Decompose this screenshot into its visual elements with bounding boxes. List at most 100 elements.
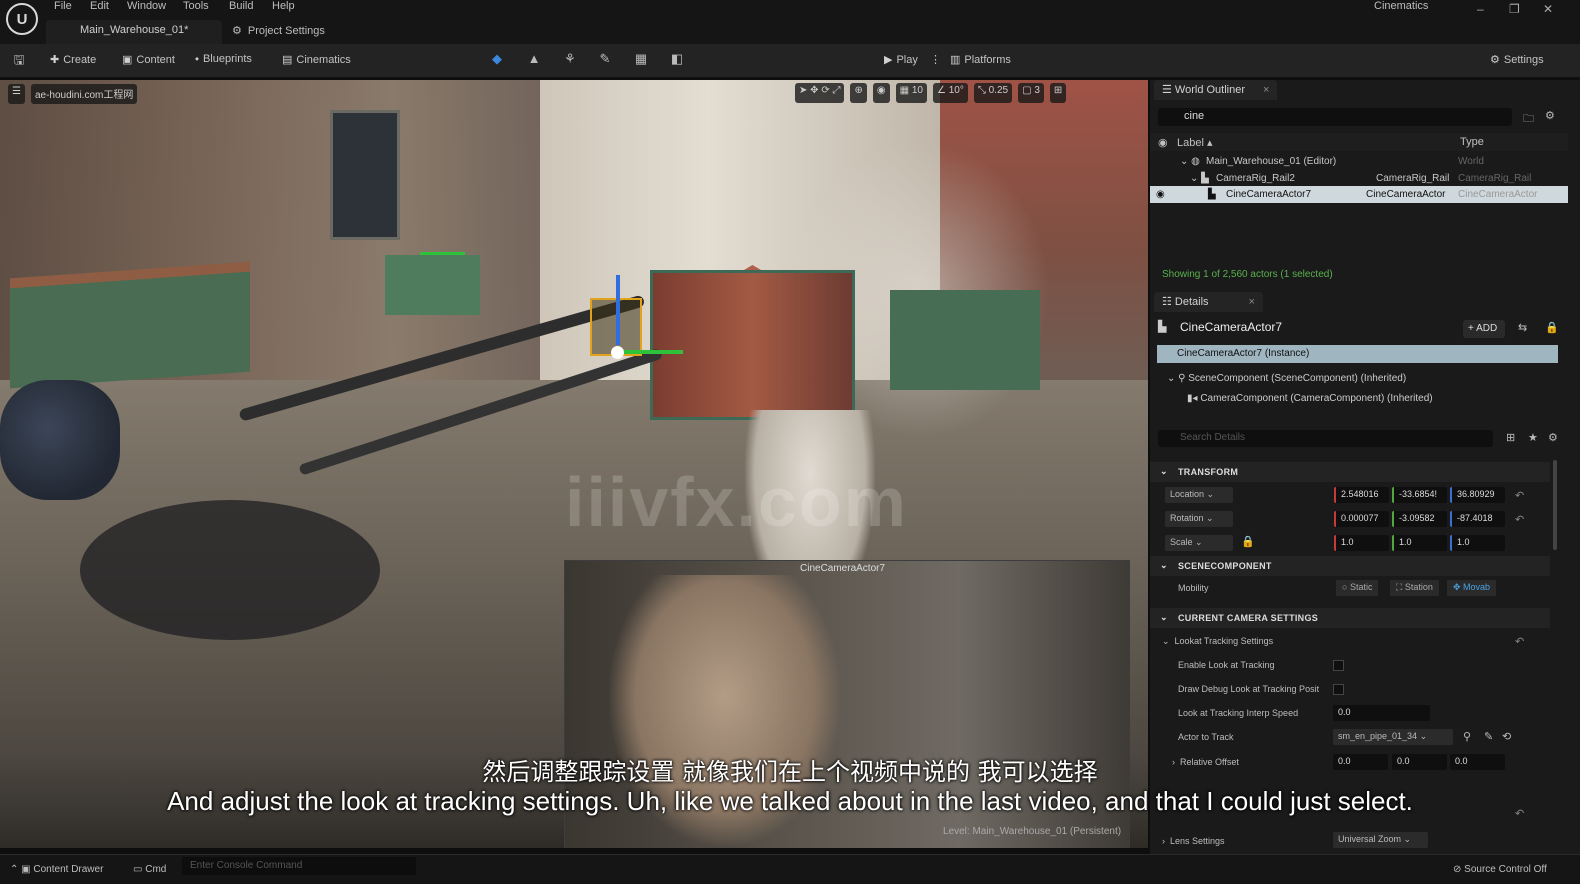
content-drawer-button[interactable]: ⌃ ▣ Content Drawer bbox=[10, 864, 103, 875]
actor-to-track-dropdown[interactable]: sm_en_pipe_01_34 ⌄ bbox=[1333, 729, 1453, 745]
rotation-snap[interactable]: ∠ 10° bbox=[932, 83, 968, 103]
grid-snap[interactable]: ▦ 10 bbox=[895, 83, 927, 103]
outliner-search-input[interactable]: cine bbox=[1158, 108, 1512, 126]
reset-icon[interactable]: ↶ bbox=[1515, 489, 1524, 502]
gear-icon[interactable]: ⚙ bbox=[1548, 431, 1558, 444]
scene-component-row[interactable]: ⌄ ⚲ SceneComponent (SceneComponent) (Inh… bbox=[1167, 373, 1406, 384]
rotation-y-field[interactable]: -3.09582 bbox=[1392, 511, 1447, 527]
platforms-button[interactable]: ▥ Platforms bbox=[950, 53, 1011, 66]
transform-section[interactable]: ⌄ TRANSFORM bbox=[1150, 462, 1550, 482]
save-icon[interactable]: 🖫 bbox=[10, 51, 28, 69]
rail-gizmo-arrow[interactable] bbox=[420, 252, 465, 255]
world-outliner-tab[interactable]: ☰ World Outliner × bbox=[1154, 80, 1278, 100]
eye-icon[interactable]: ◉ bbox=[1158, 136, 1168, 149]
gizmo-y-axis[interactable] bbox=[618, 350, 683, 354]
close-icon[interactable]: ✕ bbox=[1543, 2, 1553, 16]
reset-icon[interactable]: ↶ bbox=[1515, 635, 1524, 648]
location-dropdown[interactable]: Location ⌄ bbox=[1165, 487, 1233, 503]
gizmo-z-axis[interactable] bbox=[616, 275, 620, 345]
rotation-dropdown[interactable]: Rotation ⌄ bbox=[1165, 511, 1233, 527]
mobility-stationary[interactable]: ⛶ Station bbox=[1390, 580, 1439, 596]
cmd-button[interactable]: ▭ Cmd bbox=[133, 864, 166, 875]
blueprints-button[interactable]: ⬩ Blueprints bbox=[195, 53, 252, 66]
transform-tools-icon[interactable]: ➤ ✥ ⟳ ⤢ bbox=[795, 83, 845, 103]
location-x-field[interactable]: 2.548016 bbox=[1334, 487, 1389, 503]
hamburger-menu-icon[interactable]: ☰ bbox=[8, 84, 25, 104]
details-search-input[interactable]: Search Details bbox=[1158, 430, 1493, 447]
lens-settings-row[interactable]: › Lens Settings bbox=[1162, 836, 1225, 846]
outliner-row-selected[interactable]: ◉ ▙ CineCameraActor7 CineCameraActor Cin… bbox=[1150, 186, 1568, 203]
camera-speed[interactable]: ▢ 3 bbox=[1018, 83, 1044, 103]
restore-icon[interactable]: ❐ bbox=[1509, 2, 1520, 16]
content-button[interactable]: ▣ Content bbox=[122, 53, 175, 66]
scale-snap[interactable]: ⤡ 0.25 bbox=[973, 83, 1013, 103]
play-button[interactable]: ▶ Play bbox=[884, 53, 918, 66]
star-icon[interactable]: ★ bbox=[1528, 431, 1538, 444]
minimize-icon[interactable]: – bbox=[1477, 2, 1484, 16]
scale-x-field[interactable]: 1.0 bbox=[1334, 535, 1389, 551]
debug-lookat-checkbox[interactable] bbox=[1333, 684, 1344, 695]
details-tab[interactable]: ☷ Details × bbox=[1154, 292, 1263, 312]
lens-settings-dropdown[interactable]: Universal Zoom ⌄ bbox=[1333, 832, 1428, 848]
menu-file[interactable]: File bbox=[54, 0, 72, 12]
reset-icon[interactable]: ↶ bbox=[1515, 513, 1524, 526]
instance-row[interactable]: CineCameraActor7 (Instance) bbox=[1157, 345, 1558, 363]
unreal-logo-icon[interactable]: U bbox=[6, 3, 38, 35]
enable-lookat-checkbox[interactable] bbox=[1333, 660, 1344, 671]
layout-icon[interactable]: ⊞ bbox=[1049, 83, 1067, 103]
menu-window[interactable]: Window bbox=[127, 0, 166, 12]
menu-help[interactable]: Help bbox=[272, 0, 295, 12]
settings-button[interactable]: ⚙ Settings bbox=[1490, 53, 1544, 66]
menu-build[interactable]: Build bbox=[229, 0, 253, 12]
source-control-button[interactable]: ⊘ Source Control Off bbox=[1453, 864, 1547, 875]
outliner-row[interactable]: ⌄ ◍ Main_Warehouse_01 (Editor) World bbox=[1150, 153, 1568, 170]
label-column[interactable]: Label ▴ bbox=[1177, 136, 1213, 149]
camera-settings-section[interactable]: ⌄ CURRENT CAMERA SETTINGS bbox=[1150, 608, 1550, 628]
play-options-icon[interactable]: ⋮ bbox=[930, 53, 941, 66]
location-z-field[interactable]: 36.80929 bbox=[1450, 487, 1505, 503]
location-y-field[interactable]: -33.6854! bbox=[1392, 487, 1447, 503]
add-component-button[interactable]: + ADD bbox=[1463, 320, 1505, 338]
cinematics-button[interactable]: ▤ Cinematics bbox=[282, 53, 351, 66]
search-icon[interactable]: ⚲ bbox=[1463, 730, 1471, 743]
details-scrollbar[interactable] bbox=[1553, 460, 1557, 550]
scale-y-field[interactable]: 1.0 bbox=[1392, 535, 1447, 551]
mobility-movable[interactable]: ✥ Movab bbox=[1447, 580, 1497, 596]
type-column[interactable]: Type bbox=[1460, 136, 1484, 148]
modeling-icon[interactable]: ▦ bbox=[632, 51, 650, 69]
outliner-row[interactable]: ⌄ ▙ CameraRig_Rail2 CameraRig_Rail Camer… bbox=[1150, 170, 1568, 187]
select-mode-icon[interactable]: ◆ bbox=[488, 51, 506, 69]
gizmo-center[interactable] bbox=[611, 346, 624, 359]
level-viewport[interactable]: ☰ ae-houdini.com工程网 ➤ ✥ ⟳ ⤢ ⊕ ◉ ▦ 10 ∠ 1… bbox=[0, 80, 1148, 848]
landscape-mode-icon[interactable]: ▲ bbox=[525, 51, 543, 69]
close-icon[interactable]: × bbox=[1263, 84, 1269, 96]
surface-snap-icon[interactable]: ◉ bbox=[872, 83, 890, 103]
mesh-paint-icon[interactable]: ✎ bbox=[596, 51, 614, 69]
rotation-z-field[interactable]: -87.4018 bbox=[1450, 511, 1505, 527]
scale-dropdown[interactable]: Scale ⌄ bbox=[1165, 535, 1233, 551]
rotation-x-field[interactable]: 0.000077 bbox=[1334, 511, 1389, 527]
lock-icon[interactable]: 🔒 bbox=[1545, 321, 1559, 334]
reset-icon[interactable]: ⟲ bbox=[1502, 730, 1511, 743]
blueprint-icon[interactable]: ⇆ bbox=[1518, 321, 1527, 334]
lookat-group-row[interactable]: ⌄ Lookat Tracking Settings bbox=[1162, 636, 1273, 647]
gear-icon[interactable]: ⚙ bbox=[1545, 109, 1555, 122]
scenecomponent-section[interactable]: ⌄ SCENECOMPONENT bbox=[1150, 556, 1550, 576]
eye-icon[interactable]: ◉ bbox=[1156, 189, 1165, 200]
folder-icon[interactable]: 🗀 bbox=[1523, 110, 1534, 129]
console-input[interactable]: Enter Console Command bbox=[182, 857, 416, 875]
project-settings-tab[interactable]: ⚙ Project Settings bbox=[232, 24, 325, 37]
lock-icon[interactable]: 🔒 bbox=[1241, 535, 1255, 548]
world-local-icon[interactable]: ⊕ bbox=[850, 83, 867, 103]
menu-edit[interactable]: Edit bbox=[90, 0, 109, 12]
picker-icon[interactable]: ✎ bbox=[1484, 730, 1493, 743]
close-icon[interactable]: × bbox=[1249, 296, 1255, 308]
foliage-mode-icon[interactable]: ⚘ bbox=[561, 51, 579, 69]
camera-component-row[interactable]: ▮◂ CameraComponent (CameraComponent) (In… bbox=[1187, 393, 1433, 404]
create-button[interactable]: ✚ Create bbox=[50, 53, 96, 66]
mobility-static[interactable]: ○ Static bbox=[1336, 580, 1379, 596]
menu-tools[interactable]: Tools bbox=[183, 0, 209, 12]
interp-speed-field[interactable]: 0.0 bbox=[1333, 705, 1430, 721]
level-tab[interactable]: Main_Warehouse_01* bbox=[46, 20, 222, 44]
scale-z-field[interactable]: 1.0 bbox=[1450, 535, 1505, 551]
